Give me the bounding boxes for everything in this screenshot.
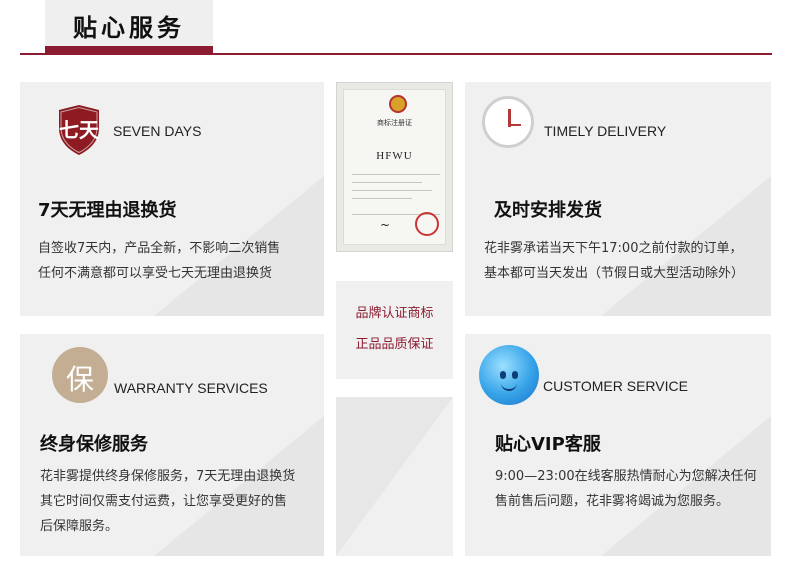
seven-days-title: 7天无理由退换货 bbox=[38, 200, 177, 221]
seven-days-badge-text: 七天 bbox=[59, 118, 99, 142]
desc-line: 自签收7天内，产品全新，不影响二次销售 bbox=[38, 241, 281, 256]
seven-days-desc: 自签收7天内，产品全新，不影响二次销售 任何不满意都可以享受七天无理由退换货 bbox=[38, 236, 280, 286]
decorative-panel bbox=[336, 397, 453, 556]
certificate-text-line bbox=[352, 190, 432, 191]
quality-guarantee-text: 正品品质保证 bbox=[355, 337, 434, 352]
certificate-paper: 商标注册证 HFWU ~ bbox=[343, 89, 446, 245]
desc-line: 任何不满意都可以享受七天无理由退换货 bbox=[38, 266, 273, 281]
customer-title: 贴心VIP客服 bbox=[495, 434, 601, 455]
national-emblem-icon bbox=[389, 95, 407, 113]
qq-mouth bbox=[501, 383, 517, 391]
seven-days-shield-icon: 七天 bbox=[55, 104, 103, 156]
certificate-text-line bbox=[352, 182, 422, 183]
mid-box-top-strip bbox=[336, 263, 453, 281]
certificate-heading: 商标注册证 bbox=[377, 119, 412, 127]
card-timely-delivery: TIMELY DELIVERY 及时安排发货 花非雾承诺当天下午17:00之前付… bbox=[465, 82, 771, 316]
clock-hand bbox=[509, 124, 521, 126]
card-warranty: 保 WARRANTY SERVICES 终身保修服务 花非雾提供终身保修服务，7… bbox=[20, 334, 324, 556]
desc-line: 基本都可当天发出（节假日或大型活动除外） bbox=[484, 266, 745, 281]
warranty-desc: 花非雾提供终身保修服务，7天无理由退换货 其它时间仅需支付运费，让您享受更好的售… bbox=[40, 464, 295, 539]
qq-eye bbox=[500, 371, 506, 379]
clock-icon bbox=[482, 96, 534, 148]
warranty-icon: 保 bbox=[52, 347, 108, 403]
seven-days-en: SEVEN DAYS bbox=[113, 123, 202, 139]
header-tab: 贴心服务 bbox=[45, 0, 213, 54]
desc-line: 售前售后问题，花非雾将竭诚为您服务。 bbox=[495, 494, 730, 509]
warranty-badge-text: 保 bbox=[65, 363, 94, 396]
signature-icon: ~ bbox=[380, 218, 391, 232]
desc-line: 9:00—23:00在线客服热情耐心为您解决任何 bbox=[495, 469, 757, 484]
customer-desc: 9:00—23:00在线客服热情耐心为您解决任何 售前售后问题，花非雾将竭诚为您… bbox=[495, 464, 757, 514]
desc-line: 后保障服务。 bbox=[40, 519, 119, 534]
customer-service-qq-icon bbox=[479, 345, 539, 405]
warranty-en: WARRANTY SERVICES bbox=[114, 380, 268, 396]
brand-cert-text: 品牌认证商标 bbox=[355, 306, 434, 321]
panel-shade bbox=[336, 397, 453, 556]
delivery-en: TIMELY DELIVERY bbox=[544, 123, 667, 139]
qq-eye bbox=[512, 371, 518, 379]
header-divider bbox=[20, 53, 772, 55]
desc-line: 其它时间仅需支付运费，让您享受更好的售 bbox=[40, 494, 288, 509]
customer-en: CUSTOMER SERVICE bbox=[543, 378, 688, 394]
delivery-title: 及时安排发货 bbox=[494, 200, 602, 221]
certificate-text-line bbox=[352, 198, 412, 199]
brand-assurance-box: 品牌认证商标 正品品质保证 bbox=[336, 263, 453, 379]
certificate-brand: HFWU bbox=[376, 150, 413, 162]
desc-line: 花非雾提供终身保修服务，7天无理由退换货 bbox=[40, 469, 296, 484]
delivery-desc: 花非雾承诺当天下午17:00之前付款的订单， 基本都可当天发出（节假日或大型活动… bbox=[484, 236, 744, 286]
trademark-certificate: 商标注册证 HFWU ~ bbox=[336, 82, 453, 252]
desc-line: 花非雾承诺当天下午17:00之前付款的订单， bbox=[484, 241, 743, 256]
warranty-title: 终身保修服务 bbox=[40, 434, 148, 455]
red-seal-icon bbox=[415, 212, 439, 236]
card-seven-days: 七天 SEVEN DAYS 7天无理由退换货 自签收7天内，产品全新，不影响二次… bbox=[20, 82, 324, 316]
page-title: 贴心服务 bbox=[73, 14, 185, 42]
card-customer-service: CUSTOMER SERVICE 贴心VIP客服 9:00—23:00在线客服热… bbox=[465, 334, 771, 556]
certificate-text-line bbox=[352, 174, 440, 175]
